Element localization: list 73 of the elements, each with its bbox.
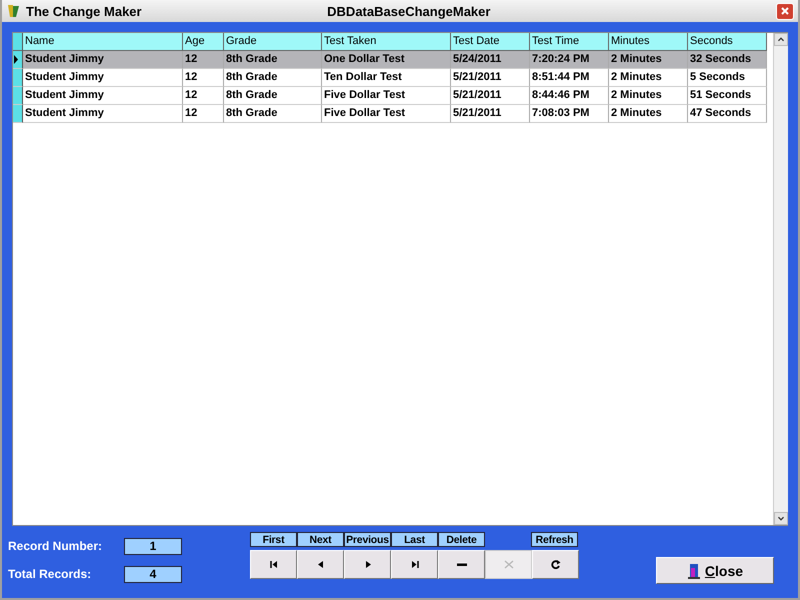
nav-caption-button[interactable]: Previous (344, 532, 391, 547)
table-cell: Student Jimmy (23, 87, 183, 105)
table-cell: Student Jimmy (23, 51, 183, 69)
first-button[interactable] (250, 550, 297, 579)
table-cell: Ten Dollar Test (322, 69, 451, 87)
table-cell: 2 Minutes (609, 105, 688, 123)
table-cell: 2 Minutes (609, 69, 688, 87)
window-title: The Change Maker (26, 4, 142, 18)
scroll-up-icon[interactable] (774, 33, 788, 46)
table-cell: 5/24/2011 (451, 51, 530, 69)
table-cell: 8th Grade (224, 87, 322, 105)
nav-caption-button[interactable]: First (250, 532, 297, 547)
last-button[interactable] (391, 550, 438, 579)
table-cell: 2 Minutes (609, 51, 688, 69)
total-records-field: 4 (124, 566, 182, 582)
first-record-icon (268, 560, 278, 569)
table-cell: 12 (183, 69, 224, 87)
delete-button[interactable] (438, 550, 485, 579)
table-cell: 7:20:24 PM (530, 51, 609, 69)
table-cell: 12 (183, 87, 224, 105)
nav-caption-button[interactable]: Last (391, 532, 438, 547)
refresh-button[interactable] (532, 550, 579, 579)
table-cell: 5/21/2011 (451, 87, 530, 105)
record-number-field: 1 (124, 538, 182, 554)
table-cell: 8th Grade (224, 51, 322, 69)
close-icon[interactable] (776, 2, 794, 20)
nav-caption-button[interactable]: Delete (438, 532, 485, 547)
header-corner (13, 33, 23, 51)
scrollbar[interactable] (773, 33, 788, 525)
table-cell: Five Dollar Test (322, 87, 451, 105)
refresh-caption-button[interactable]: Refresh (531, 532, 578, 547)
table-cell: 2 Minutes (609, 87, 688, 105)
table-cell: 12 (183, 51, 224, 69)
table-cell: 8:44:46 PM (530, 87, 609, 105)
table-cell: One Dollar Test (322, 51, 451, 69)
table-cell: 7:08:03 PM (530, 105, 609, 123)
previous-icon (316, 560, 326, 569)
next-button[interactable] (344, 550, 391, 579)
table-cell: 47 Seconds (688, 105, 767, 123)
column-header[interactable]: Seconds (688, 33, 767, 51)
column-header[interactable]: Name (23, 33, 183, 51)
column-header[interactable]: Test Date (451, 33, 530, 51)
column-header[interactable]: Minutes (609, 33, 688, 51)
table-cell: 8:51:44 PM (530, 69, 609, 87)
table-cell: Student Jimmy (23, 69, 183, 87)
table-cell: 32 Seconds (688, 51, 767, 69)
column-header[interactable]: Test Time (530, 33, 609, 51)
table-cell: Student Jimmy (23, 105, 183, 123)
app-icon (6, 3, 22, 19)
scroll-down-icon[interactable] (774, 512, 788, 525)
table-cell: 5 Seconds (688, 69, 767, 87)
table-cell: 8th Grade (224, 105, 322, 123)
window-caption: DBDataBaseChangeMaker (326, 4, 492, 18)
close-button[interactable]: Close (656, 557, 774, 584)
table-cell: 51 Seconds (688, 87, 767, 105)
table-cell: 8th Grade (224, 69, 322, 87)
table-cell: 5/21/2011 (451, 69, 530, 87)
door-exit-icon (686, 562, 701, 578)
row-pointer-icon (13, 55, 19, 64)
table-cell: 12 (183, 105, 224, 123)
prev-button[interactable] (297, 550, 344, 579)
last-record-icon (410, 560, 420, 569)
column-header[interactable]: Age (183, 33, 224, 51)
record-number-label: Record Number: (8, 539, 104, 553)
row-selector[interactable] (13, 51, 23, 69)
refresh-icon (550, 560, 560, 569)
cancel-icon (504, 560, 514, 569)
column-header[interactable]: Grade (224, 33, 322, 51)
table-cell: 5/21/2011 (451, 105, 530, 123)
column-header[interactable]: Test Taken (322, 33, 451, 51)
table-cell: Five Dollar Test (322, 105, 451, 123)
nav-caption-button[interactable]: Next (297, 532, 344, 547)
total-records-label: Total Records: (8, 567, 92, 581)
